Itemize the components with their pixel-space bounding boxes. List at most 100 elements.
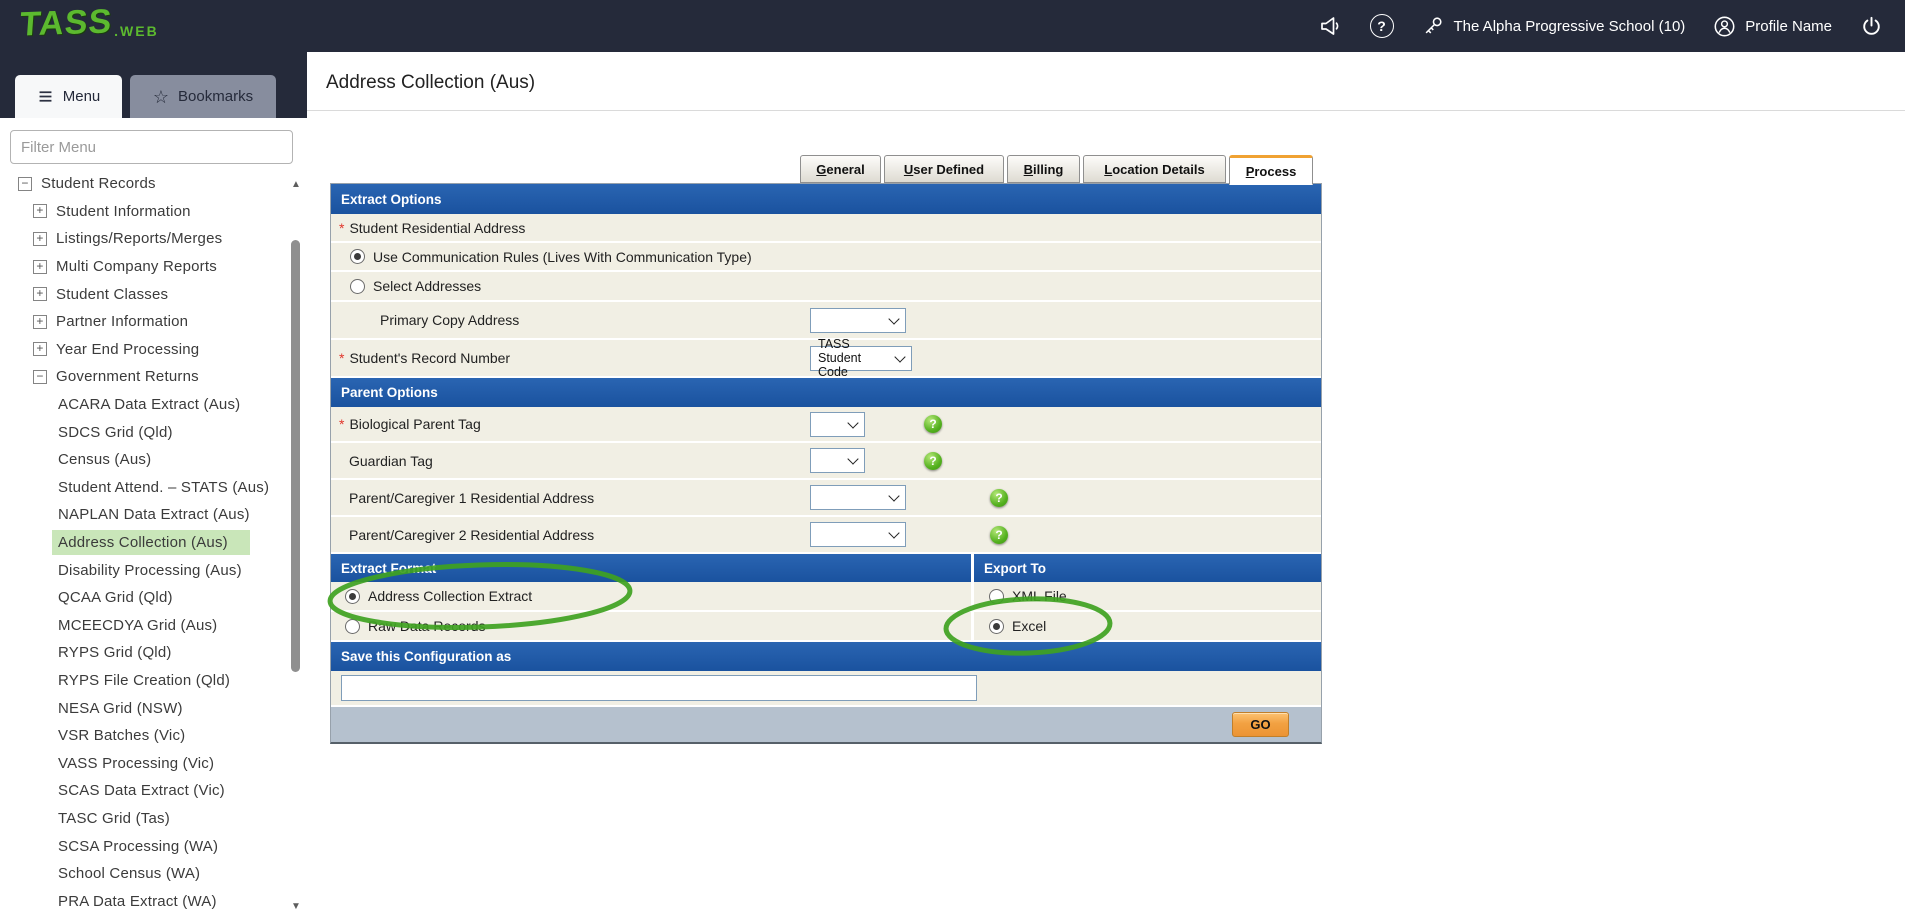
company-switcher[interactable]: The Alpha Progressive School (10) — [1421, 14, 1686, 38]
filter-menu-input[interactable] — [10, 130, 293, 164]
sidebar-item-student-information[interactable]: + Student Information — [0, 198, 293, 226]
chevron-down-icon — [894, 351, 905, 362]
expand-icon[interactable]: + — [33, 315, 47, 329]
extract-format-header: Extract Format — [331, 554, 971, 582]
tab-billing[interactable]: Billing — [1007, 155, 1080, 183]
profile-menu[interactable]: Profile Name — [1712, 14, 1832, 38]
guardian-tag-select[interactable] — [810, 448, 865, 473]
sidebar-item-label: Student Information — [56, 203, 191, 220]
sidebar-item-government-returns[interactable]: −Government Returns — [0, 363, 293, 391]
sidebar-item-student-classes[interactable]: + Student Classes — [0, 280, 293, 308]
title-divider — [307, 110, 1905, 111]
scroll-down-arrow[interactable]: ▼ — [289, 900, 303, 914]
student-record-number-select[interactable]: TASS Student Code — [810, 346, 912, 371]
parent-caregiver-1-select[interactable] — [810, 485, 906, 510]
raw-data-records-radio[interactable] — [345, 619, 360, 634]
sidebar-item-student-records[interactable]: −Student Records — [0, 170, 293, 198]
bookmarks-tab[interactable]: ☆ Bookmarks — [130, 75, 276, 118]
student-residential-address-row: * Student Residential Address — [331, 214, 1321, 243]
sidebar-item-label: NESA Grid (NSW) — [58, 700, 183, 717]
tab-location-details[interactable]: Location Details — [1083, 155, 1226, 183]
sidebar-item-label: SCAS Data Extract (Vic) — [58, 782, 225, 799]
sidebar-item-qcaa-grid-qld[interactable]: QCAA Grid (Qld) — [0, 584, 293, 612]
tab-user-defined[interactable]: User Defined — [884, 155, 1004, 183]
sidebar-item-label: Address Collection (Aus) — [52, 530, 250, 555]
sidebar-item-tasc-grid-tas[interactable]: TASC Grid (Tas) — [0, 805, 293, 833]
sidebar-item-nesa-grid-nsw[interactable]: NESA Grid (NSW) — [0, 694, 293, 722]
sidebar-item-multi-company-reports[interactable]: +Multi Company Reports — [0, 253, 293, 281]
panel-footer: GO — [331, 707, 1321, 742]
sidebar-item-disability-processing-aus[interactable]: Disability Processing (Aus) — [0, 556, 293, 584]
select-addresses-radio[interactable] — [350, 279, 365, 294]
excel-label[interactable]: Excel — [1012, 618, 1046, 634]
header-actions: ? The Alpha Progressive School (10) Prof… — [1319, 14, 1905, 38]
help-bubble-icon[interactable]: ? — [924, 452, 942, 470]
menu-tab[interactable]: Menu — [15, 75, 122, 118]
sidebar-item-student-attend-stats-aus[interactable]: Student Attend. – STATS (Aus) — [0, 474, 293, 502]
primary-copy-address-select[interactable] — [810, 308, 906, 333]
expand-icon[interactable]: + — [33, 287, 47, 301]
sidebar-item-ryps-file-creation-qld[interactable]: RYPS File Creation (Qld) — [0, 667, 293, 695]
logout-icon[interactable] — [1859, 14, 1883, 38]
select-addresses-label[interactable]: Select Addresses — [373, 278, 481, 294]
expand-icon[interactable]: + — [33, 204, 47, 218]
help-bubble-icon[interactable]: ? — [924, 415, 942, 433]
announcements-icon[interactable] — [1319, 14, 1343, 38]
sidebar-item-label: Student Classes — [56, 286, 168, 303]
sidebar-item-acara-data-extract-aus[interactable]: ACARA Data Extract (Aus) — [0, 391, 293, 419]
address-collection-extract-label[interactable]: Address Collection Extract — [368, 588, 532, 604]
sidebar-item-naplan-data-extract-aus[interactable]: NAPLAN Data Extract (Aus) — [0, 501, 293, 529]
save-configuration-row — [331, 671, 1321, 707]
use-communication-rules-row: Use Communication Rules (Lives With Comm… — [331, 243, 1321, 272]
address-collection-extract-radio[interactable] — [345, 589, 360, 604]
chevron-down-icon — [888, 313, 899, 324]
sidebar-item-year-end-processing[interactable]: + Year End Processing — [0, 336, 293, 364]
sidebar-item-label: Year End Processing — [56, 341, 199, 358]
save-configuration-input[interactable] — [341, 675, 977, 701]
sidebar-menu-tree: −Student Records + Student Information +Lis… — [0, 170, 293, 915]
tass-logo[interactable]: TASS .WEB — [20, 4, 159, 43]
expand-icon[interactable]: + — [33, 260, 47, 274]
raw-data-records-label[interactable]: Raw Data Records — [368, 618, 486, 634]
biological-parent-tag-select[interactable] — [810, 412, 865, 437]
parent-caregiver-1-label: Parent/Caregiver 1 Residential Address — [331, 490, 594, 506]
excel-radio[interactable] — [989, 619, 1004, 634]
sidebar-item-partner-information[interactable]: +Partner Information — [0, 308, 293, 336]
parent-caregiver-2-select[interactable] — [810, 522, 906, 547]
select-addresses-row: Select Addresses — [331, 272, 1321, 302]
sidebar-item-listings-reports-merges[interactable]: +Listings/Reports/Merges — [0, 225, 293, 253]
expand-icon[interactable]: + — [33, 342, 47, 356]
sidebar-item-vass-processing-vic[interactable]: VASS Processing (Vic) — [0, 749, 293, 777]
tab-process[interactable]: Process — [1229, 155, 1313, 185]
sidebar-item-vsr-batches-vic[interactable]: VSR Batches (Vic) — [0, 722, 293, 750]
sidebar-item-census-aus[interactable]: Census (Aus) — [0, 446, 293, 474]
collapse-icon[interactable]: − — [33, 370, 47, 384]
student-record-number-label: Student's Record Number — [349, 350, 510, 366]
sidebar-item-label: Student Attend. – STATS (Aus) — [58, 479, 269, 496]
help-bubble-icon[interactable]: ? — [990, 526, 1008, 544]
sidebar-item-scas-data-extract-vic[interactable]: SCAS Data Extract (Vic) — [0, 777, 293, 805]
use-communication-rules-label[interactable]: Use Communication Rules (Lives With Comm… — [373, 249, 752, 265]
sidebar-item-sdcs-grid-qld[interactable]: SDCS Grid (Qld) — [0, 418, 293, 446]
required-asterisk: * — [339, 350, 344, 366]
scrollbar-thumb[interactable] — [291, 240, 300, 672]
expand-icon[interactable]: + — [33, 232, 47, 246]
tab-general[interactable]: General — [800, 155, 881, 183]
collapse-icon[interactable]: − — [18, 177, 32, 191]
sidebar-item-ryps-grid-qld[interactable]: RYPS Grid (Qld) — [0, 639, 293, 667]
bookmarks-tab-label: Bookmarks — [178, 88, 253, 105]
biological-parent-tag-label: Biological Parent Tag — [349, 416, 480, 432]
scroll-up-arrow[interactable]: ▲ — [289, 178, 303, 192]
xml-file-radio[interactable] — [989, 589, 1004, 604]
sidebar-item-label: TASC Grid (Tas) — [58, 810, 170, 827]
sidebar-item-mceecdya-grid-aus[interactable]: MCEECDYA Grid (Aus) — [0, 612, 293, 640]
help-bubble-icon[interactable]: ? — [990, 489, 1008, 507]
help-icon[interactable]: ? — [1370, 14, 1394, 38]
xml-file-label[interactable]: XML File — [1012, 588, 1067, 604]
go-button[interactable]: GO — [1232, 712, 1289, 737]
sidebar-item-address-collection-aus[interactable]: Address Collection (Aus) — [0, 529, 293, 557]
sidebar-item-school-census-wa[interactable]: School Census (WA) — [0, 860, 293, 888]
sidebar-item-pra-data-extract-wa[interactable]: PRA Data Extract (WA) — [0, 887, 293, 915]
use-communication-rules-radio[interactable] — [350, 249, 365, 264]
sidebar-item-scsa-processing-wa[interactable]: SCSA Processing (WA) — [0, 832, 293, 860]
